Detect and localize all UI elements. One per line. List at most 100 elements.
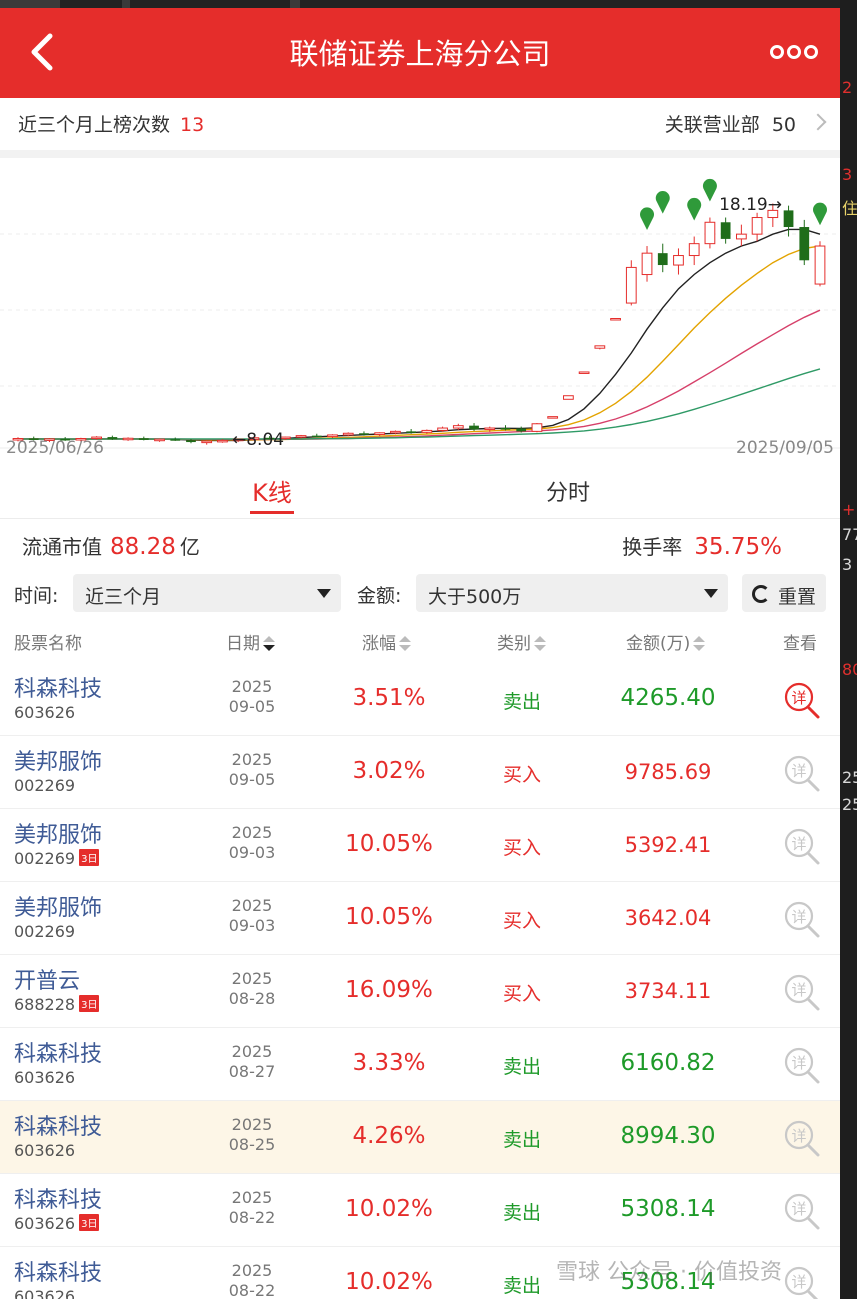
col-type[interactable]: 类别 [497, 629, 546, 654]
amount-filter-value: 大于500万 [428, 586, 522, 608]
stock-name[interactable]: 美邦服饰 [14, 817, 102, 849]
trade-amount: 8994.30 [620, 1123, 716, 1149]
date-month-day: 08-28 [228, 989, 276, 1008]
kline-chart-svg: 2025/06/26 2025/09/05 ←8.04 18.19→ [0, 178, 840, 458]
date-year: 2025 [231, 823, 273, 842]
candle-body [154, 438, 165, 442]
chart-tabs: K线 分时 [0, 463, 840, 519]
stock-code-value: 603626 [14, 1068, 76, 1087]
stock-code-value: 603626 [14, 1214, 76, 1233]
amount-filter-label: 金额: [357, 585, 402, 607]
detail-char: 详 [791, 1273, 806, 1291]
kline-chart[interactable]: 2025/06/26 2025/09/05 ←8.04 18.19→ [0, 158, 840, 463]
time-filter-select[interactable]: 近三个月 [73, 574, 341, 612]
trade-type: 卖出 [502, 1056, 541, 1078]
change-pct: 10.05% [345, 904, 433, 930]
stock-name[interactable]: 科森科技 [14, 1182, 102, 1214]
side-strip-text: 80 [842, 660, 857, 679]
change-pct: 3.02% [352, 758, 426, 784]
table-row[interactable]: 美邦服饰 002269 2025 09-03 10.05% 买入 3642.04 详 [0, 882, 840, 955]
app-window: 联储证券上海分公司 近三个月上榜次数 13 关联营业部 50 2025/06/26 2… [0, 0, 840, 1299]
sort-icon [693, 636, 706, 652]
detail-button[interactable]: 详 [782, 681, 822, 721]
table-row[interactable]: 科森科技 603626 3日 2025 08-22 10.02% 卖出 5308.14 详 [0, 1174, 840, 1247]
detail-char: 详 [791, 1054, 806, 1072]
col-change[interactable]: 涨幅 [362, 629, 411, 654]
trade-type: 买入 [502, 983, 541, 1005]
stock-name[interactable]: 科森科技 [14, 1255, 102, 1287]
reset-button[interactable]: 重置 [742, 574, 826, 612]
trade-type: 买入 [502, 837, 541, 859]
float-cap-label: 流通市值 [22, 535, 102, 559]
detail-char: 详 [791, 762, 806, 780]
stock-name[interactable]: 开普云 [14, 963, 80, 995]
table-row[interactable]: 科森科技 603626 2025 08-25 4.26% 卖出 8994.30 详 [0, 1101, 840, 1174]
stock-name[interactable]: 美邦服饰 [14, 890, 102, 922]
candle-body [170, 439, 181, 441]
candle-body [484, 427, 496, 431]
side-strip-text: 住 [842, 199, 857, 218]
detail-button[interactable]: 详 [782, 1119, 822, 1159]
table-row[interactable]: 科森科技 603626 2025 09-05 3.51% 卖出 4265.40 详 [0, 663, 840, 736]
detail-button[interactable]: 详 [782, 754, 822, 794]
stock-code: 603626 [14, 1141, 75, 1160]
candle-body [720, 222, 731, 239]
stock-code-value: 603626 [14, 1141, 76, 1160]
candle-body [799, 227, 810, 261]
table-row[interactable]: 科森科技 603626 2025 08-27 3.33% 卖出 6160.82 详 [0, 1028, 840, 1101]
tab-intraday[interactable]: 分时 [518, 475, 618, 507]
detail-button[interactable]: 详 [782, 1046, 822, 1086]
table-row[interactable]: 美邦服饰 002269 3日 2025 09-03 10.05% 买入 5392.41 详 [0, 809, 840, 882]
more-button[interactable] [770, 44, 824, 62]
candle-body [327, 434, 338, 438]
detail-button[interactable]: 详 [782, 900, 822, 940]
trade-marker-icon [655, 191, 670, 214]
change-pct: 10.05% [345, 831, 433, 857]
candle-body [578, 371, 590, 374]
table-row[interactable]: 美邦服饰 002269 2025 09-05 3.02% 买入 9785.69 详 [0, 736, 840, 809]
candle-body [563, 395, 574, 400]
summary-row: 近三个月上榜次数 13 关联营业部 50 [0, 98, 840, 150]
trade-marker-icon [702, 178, 717, 202]
stock-name[interactable]: 科森科技 [14, 1036, 102, 1068]
col-date[interactable]: 日期 [226, 629, 275, 654]
detail-button[interactable]: 详 [782, 973, 822, 1013]
caret-down-icon [704, 589, 718, 598]
detail-button[interactable]: 详 [782, 1192, 822, 1232]
side-strip-text: 25 [842, 795, 857, 814]
turnover-label: 换手率 [622, 535, 683, 559]
detail-char: 详 [791, 689, 806, 707]
candle-body [673, 255, 684, 266]
trade-amount: 5392.41 [624, 833, 712, 857]
detail-button[interactable]: 详 [782, 1265, 822, 1299]
candle-body [814, 245, 826, 285]
related-branches-label: 关联营业部 [664, 114, 760, 136]
trade-type: 买入 [502, 764, 541, 786]
detail-button[interactable]: 详 [782, 827, 822, 867]
trade-amount: 6160.82 [620, 1050, 716, 1076]
detail-magnifier-icon: 详 [784, 682, 820, 719]
candle-body [500, 428, 511, 430]
candle-body [390, 430, 401, 434]
candle-body [704, 221, 716, 245]
recent-rank-info: 近三个月上榜次数 13 [18, 110, 204, 137]
stock-name[interactable]: 美邦服饰 [14, 744, 102, 776]
candle-body [657, 253, 668, 266]
tab-kline[interactable]: K线 [222, 473, 322, 508]
chart-end-date: 2025/09/05 [736, 438, 834, 458]
related-branches-link[interactable]: 关联营业部 50 [665, 110, 796, 137]
detail-char: 详 [791, 1200, 806, 1218]
stock-name[interactable]: 科森科技 [14, 671, 102, 703]
stock-name[interactable]: 科森科技 [14, 1109, 102, 1141]
market-info: 流通市值 88.28 亿 换手率 35.75% [0, 519, 840, 569]
candle-body [107, 437, 118, 440]
stock-code-value: 002269 [14, 922, 76, 941]
title-bar: 联储证券上海分公司 [0, 8, 840, 98]
table-row[interactable]: 开普云 688228 3日 2025 08-28 16.09% 买入 3734.11 详 [0, 955, 840, 1028]
candle-body [201, 440, 213, 444]
col-amount[interactable]: 金额(万) [626, 629, 706, 654]
refresh-icon [752, 585, 770, 603]
amount-filter-select[interactable]: 大于500万 [416, 574, 728, 612]
more-dots-icon [770, 45, 784, 59]
tab-active-indicator [250, 511, 294, 514]
